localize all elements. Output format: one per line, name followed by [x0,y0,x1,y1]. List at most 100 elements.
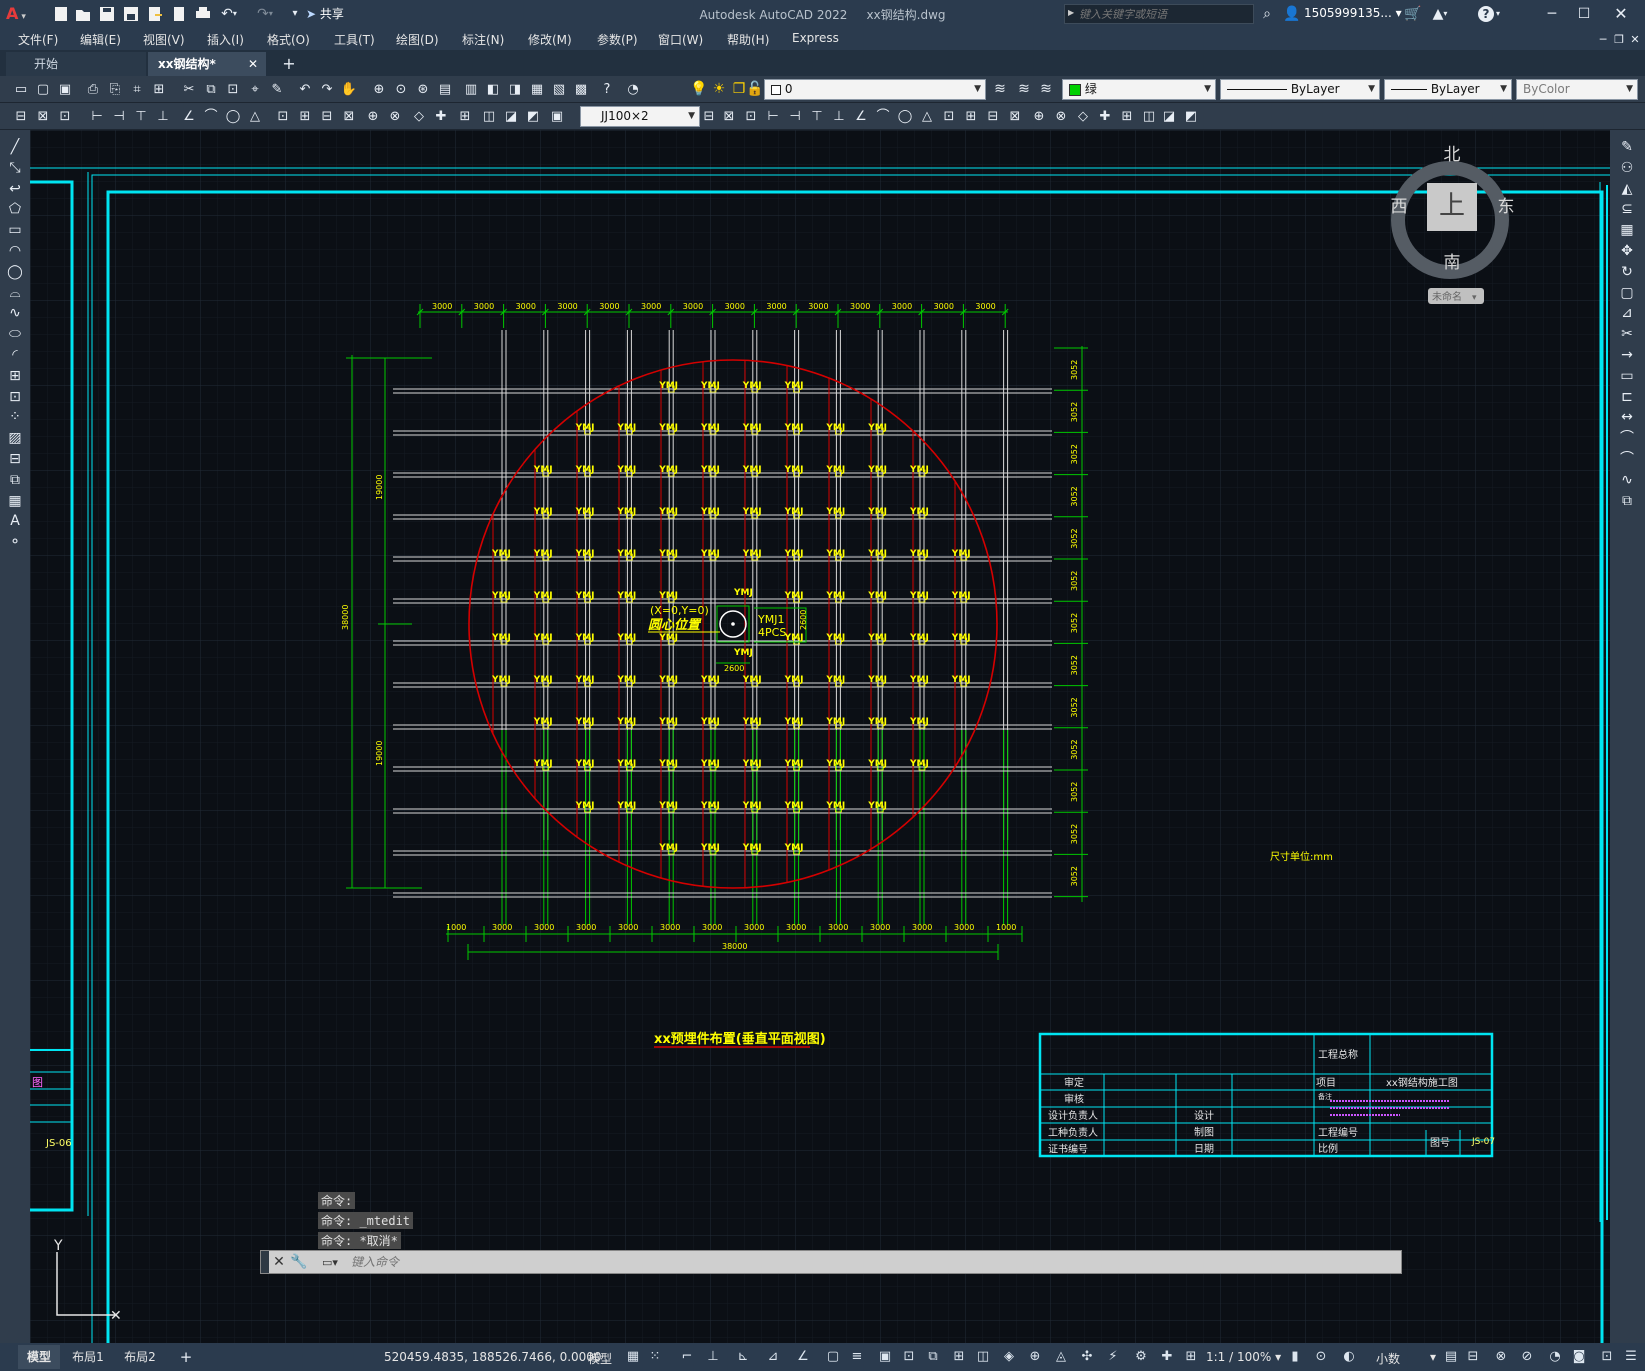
status-toggle-9-icon[interactable]: ▣ [878,1350,892,1364]
minimize-icon[interactable]: ─ [1540,4,1564,24]
dim-tool-15-icon[interactable]: ⊕ [364,107,382,125]
draw-tool-11-icon[interactable]: ⊞ [6,367,24,385]
status-toggle-32-icon[interactable]: ☰ [1624,1350,1638,1364]
annotation-scale[interactable]: 1:1 / 100% ▾ [1206,1350,1281,1364]
status-toggle-11-icon[interactable]: ⧉ [926,1350,940,1364]
modify-tool-5-icon[interactable]: ✥ [1618,242,1636,260]
dim-tool-41-icon[interactable]: ◇ [1074,107,1092,125]
dim-tool-24-icon[interactable]: ⊟ [700,107,718,125]
doc-close-icon[interactable]: ✕ [1628,31,1642,47]
std-tool-20-icon[interactable]: ◧ [484,80,502,98]
std-tool-24-icon[interactable]: ▩ [572,80,590,98]
layer-previous-icon[interactable]: ≋ [1036,80,1056,98]
layer-properties-icon[interactable]: ≋ [990,80,1010,98]
dim-tool-23-icon[interactable]: ▣ [548,107,566,125]
draw-tool-0-icon[interactable]: ╱ [6,138,24,156]
tab-close-icon[interactable]: ✕ [248,52,258,76]
dim-tool-0-icon[interactable]: ⊟ [12,107,30,125]
dim-tool-40-icon[interactable]: ⊗ [1052,107,1070,125]
menu-item-5[interactable]: 工具(T) [334,31,375,48]
std-tool-1-icon[interactable]: ▢ [34,80,52,98]
menu-item-11[interactable]: 帮助(H) [727,31,769,48]
search-box[interactable]: ▶ [1064,4,1254,24]
dim-tool-43-icon[interactable]: ⊞ [1118,107,1136,125]
search-icon[interactable]: ⌕ [1258,5,1276,23]
std-tool-3-icon[interactable]: ⎙ [84,80,102,98]
draw-tool-6-icon[interactable]: ◯ [6,263,24,281]
menu-item-3[interactable]: 插入(I) [207,31,244,48]
dim-tool-4-icon[interactable]: ⊣ [110,107,128,125]
std-tool-25-icon[interactable]: ? [598,80,616,98]
new-icon[interactable] [52,5,70,23]
search-input[interactable] [1079,6,1249,22]
dim-tool-25-icon[interactable]: ⊠ [720,107,738,125]
status-toggle-8-icon[interactable]: ≡ [850,1350,864,1364]
std-tool-10-icon[interactable]: ⌖ [246,80,264,98]
draw-tool-14-icon[interactable]: ▨ [6,429,24,447]
dim-tool-14-icon[interactable]: ⊠ [340,107,358,125]
command-grip[interactable] [261,1251,269,1273]
model-space-toggle[interactable]: 模型 [588,1350,612,1367]
layer-sun-icon[interactable]: ☀ [710,80,728,98]
dim-tool-21-icon[interactable]: ◪ [502,107,520,125]
draw-tool-5-icon[interactable]: ◠ [6,242,24,260]
std-tool-26-icon[interactable]: ◔ [624,80,642,98]
draw-tool-2-icon[interactable]: ↩ [6,180,24,198]
draw-tool-13-icon[interactable]: ⁘ [6,408,24,426]
dim-tool-35-icon[interactable]: ⊡ [940,107,958,125]
maximize-icon[interactable]: ☐ [1572,4,1596,24]
std-tool-14-icon[interactable]: ✋ [340,80,358,98]
modify-tool-17-icon[interactable]: ⧉ [1618,492,1636,510]
menu-item-2[interactable]: 视图(V) [143,31,185,48]
autodesk-a360-icon[interactable]: ▲ ▾ [1428,5,1452,23]
dim-tool-32-icon[interactable]: ⌒ [874,107,892,125]
dim-tool-39-icon[interactable]: ⊕ [1030,107,1048,125]
dim-tool-7-icon[interactable]: ∠ [180,107,198,125]
dim-tool-33-icon[interactable]: ◯ [896,107,914,125]
status-toggle-29-icon[interactable]: ◔ [1548,1350,1562,1364]
draw-tool-7-icon[interactable]: ⌓ [6,284,24,302]
dim-tool-34-icon[interactable]: △ [918,107,936,125]
modify-tool-3-icon[interactable]: ⊆ [1618,200,1636,218]
modify-tool-1-icon[interactable]: ⚇ [1618,159,1636,177]
status-toggle-28-icon[interactable]: ⊘ [1520,1350,1534,1364]
status-toggle-1-icon[interactable]: ⁙ [648,1350,662,1364]
status-toggle-2-icon[interactable]: ⌐ [680,1350,694,1364]
publish-icon[interactable] [170,5,188,23]
units-dropdown[interactable]: 小数 ▾ [1376,1350,1436,1367]
app-menu-button[interactable]: A ▾ [6,4,36,24]
menu-item-6[interactable]: 绘图(D) [396,31,439,48]
status-toggle-3-icon[interactable]: ⊥ [706,1350,720,1364]
std-tool-18-icon[interactable]: ▤ [436,80,454,98]
draw-tool-10-icon[interactable]: ◜ [6,346,24,364]
std-tool-8-icon[interactable]: ⧉ [202,80,220,98]
status-toggle-18-icon[interactable]: ⚡ [1106,1350,1120,1364]
modify-tool-16-icon[interactable]: ∿ [1618,471,1636,489]
std-tool-2-icon[interactable]: ▣ [56,80,74,98]
status-toggle-6-icon[interactable]: ∠ [796,1350,810,1364]
std-tool-11-icon[interactable]: ✎ [268,80,286,98]
status-toggle-24-icon[interactable]: ◐ [1342,1350,1356,1364]
dim-tool-31-icon[interactable]: ∠ [852,107,870,125]
modify-tool-12-icon[interactable]: ⊏ [1618,388,1636,406]
std-tool-6-icon[interactable]: ⊞ [150,80,168,98]
layout-tab-1[interactable]: 布局1 [64,1345,112,1369]
save-icon[interactable] [98,5,116,23]
cart-icon[interactable]: 🛒 [1404,5,1422,23]
quick-access-dropdown-icon[interactable]: ▾ [290,5,300,23]
std-tool-21-icon[interactable]: ◨ [506,80,524,98]
dim-tool-37-icon[interactable]: ⊟ [984,107,1002,125]
draw-tool-8-icon[interactable]: ∿ [6,304,24,322]
std-tool-4-icon[interactable]: ⎘ [106,80,124,98]
std-tool-12-icon[interactable]: ↶ [296,80,314,98]
std-tool-19-icon[interactable]: ▥ [462,80,480,98]
std-tool-16-icon[interactable]: ⊙ [392,80,410,98]
modify-tool-15-icon[interactable]: ⌒ [1618,450,1636,468]
draw-tool-4-icon[interactable]: ▭ [6,221,24,239]
menu-item-8[interactable]: 修改(M) [528,31,572,48]
dim-tool-27-icon[interactable]: ⊢ [764,107,782,125]
layout-tab-2[interactable]: 布局2 [116,1345,164,1369]
command-recent-icon[interactable]: ▭▾ [317,1254,343,1270]
draw-tool-15-icon[interactable]: ⊟ [6,450,24,468]
modify-tool-13-icon[interactable]: ↔ [1618,408,1636,426]
